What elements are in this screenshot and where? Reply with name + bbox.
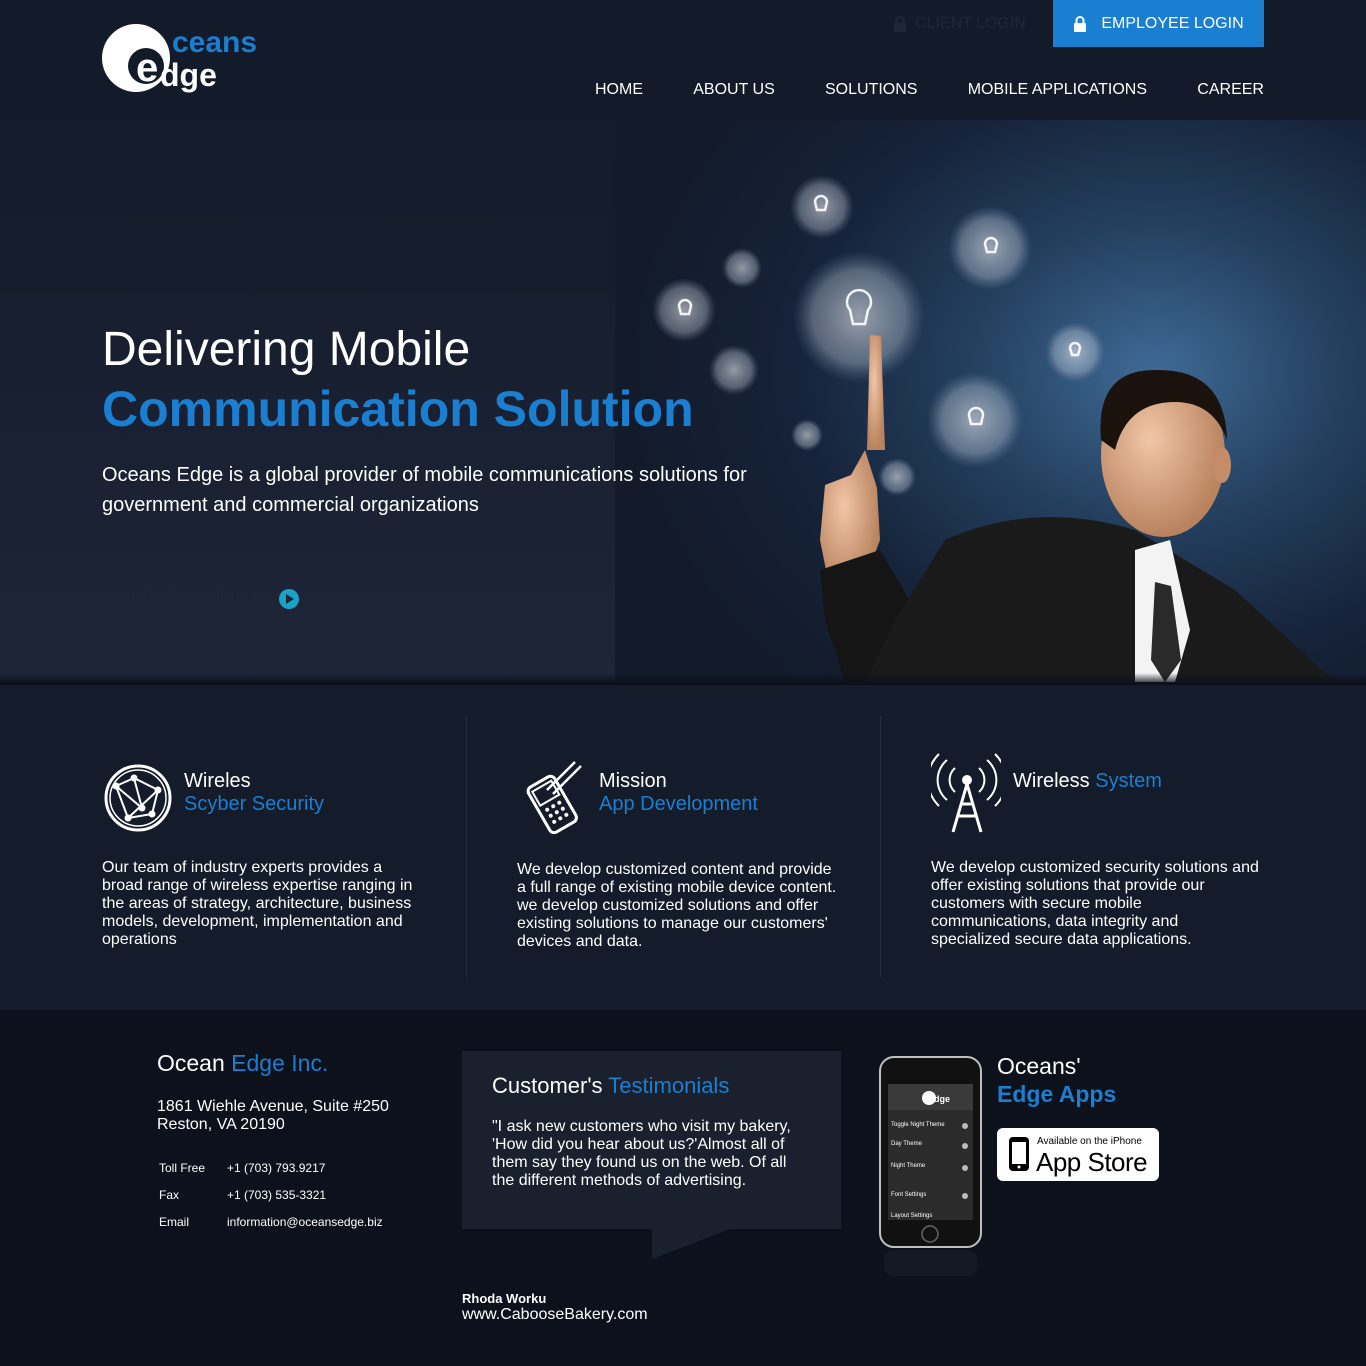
feature-title-white: Mission <box>599 770 667 792</box>
site-header: e ceans dge CLIENT LOGIN EMPLOYEE LOGIN … <box>0 0 1366 120</box>
divider <box>880 716 881 978</box>
feature-title-blue: System <box>1095 770 1162 792</box>
contact-label: Toll Free <box>159 1161 206 1175</box>
employee-login-button[interactable]: EMPLOYEE LOGIN <box>1053 0 1264 47</box>
testimonial-title-blue: Testimonials <box>608 1073 730 1098</box>
feature-title-white: Wireles <box>184 770 251 792</box>
hero-bottom-shadow <box>0 673 1366 685</box>
employee-login-label: EMPLOYEE LOGIN <box>1101 14 1244 32</box>
feature-title-blue: App Development <box>599 793 758 815</box>
apps-title-line2: Edge Apps <box>997 1081 1117 1107</box>
app-store-small-text: Available on the iPhone <box>1037 1136 1142 1147</box>
testimonial-title-white: Customer's <box>492 1073 603 1098</box>
feature-wireless-system: Wireless System We develop customized se… <box>926 686 1261 1010</box>
main-nav: HOME ABOUT US SOLUTIONS MOBILE APPLICATI… <box>595 81 1264 99</box>
testimonial-author-site[interactable]: www.CabooseBakery.com <box>462 1306 648 1324</box>
hero-title-line2: Communication Solution <box>102 381 694 437</box>
features-section: Wireles Scyber Security Our team of indu… <box>0 686 1366 1010</box>
contact-email: Email information@oceansedge.biz <box>159 1215 383 1229</box>
feature-app-development: Mission App Development We develop custo… <box>517 686 847 1010</box>
divider <box>466 716 467 978</box>
testimonial-author: Rhoda Worku <box>462 1291 547 1306</box>
hero-image <box>615 120 1366 682</box>
app-store-badge[interactable]: Available on the iPhone App Store <box>997 1128 1159 1181</box>
learn-more-label: LEARN MORE <box>131 587 264 609</box>
company-title-white: Ocean <box>157 1050 225 1076</box>
lock-icon <box>1074 15 1087 32</box>
testimonial-box: Customer's Testimonials "I ask new custo… <box>462 1051 841 1229</box>
feature-title: Wireles Scyber Security <box>184 770 324 816</box>
feature-title-white: Wireless <box>1013 770 1090 792</box>
app-store-big-text: App Store <box>1036 1147 1148 1177</box>
company-address: 1861 Wiehle Avenue, Suite #250 Reston, V… <box>157 1098 389 1134</box>
contact-label: Fax <box>159 1188 180 1202</box>
site-footer: Ocean Edge Inc. 1861 Wiehle Avenue, Suit… <box>0 1010 1366 1366</box>
phone-screen-item: Toggle Night Theme <box>891 1122 945 1128</box>
phone-screen-item: Night Theme <box>891 1163 926 1169</box>
feature-title-blue: Scyber Security <box>184 793 325 815</box>
mobile-phone-icon <box>517 750 587 836</box>
feature-description: Our team of industry experts provides a … <box>102 859 413 948</box>
nav-about-us[interactable]: ABOUT US <box>693 81 775 99</box>
logo-text-top: ceans <box>172 26 257 59</box>
contact-value[interactable]: information@oceansedge.biz <box>227 1215 383 1229</box>
testimonial-quote: "I ask new customers who visit my bakery… <box>492 1118 791 1189</box>
phone-screen-item: Layout Settings <box>891 1213 932 1219</box>
radio-tower-icon <box>926 750 1008 836</box>
contact-fax: Fax +1 (703) 535-3321 <box>159 1188 326 1202</box>
apps-title-line1: Oceans' <box>997 1053 1081 1079</box>
address-line1: 1861 Wiehle Avenue, Suite #250 <box>157 1098 389 1115</box>
nav-mobile-applications[interactable]: MOBILE APPLICATIONS <box>968 81 1147 99</box>
iphone-image: dge Toggle Night Theme Day Theme Night T… <box>879 1056 982 1278</box>
svg-text:dge: dge <box>934 1094 950 1104</box>
play-circle-icon <box>279 588 300 609</box>
address-line2: Reston, VA 20190 <box>157 1116 285 1133</box>
contact-value: +1 (703) 535-3321 <box>227 1188 327 1202</box>
nav-career[interactable]: CAREER <box>1197 81 1264 99</box>
learn-more-button[interactable]: LEARN MORE <box>131 587 300 610</box>
hero-title-line1: Delivering Mobile <box>102 323 471 376</box>
client-login-label: CLIENT LOGIN <box>915 15 1026 32</box>
testimonial-title: Customer's Testimonials <box>492 1073 729 1099</box>
feature-description: We develop customized security solutions… <box>931 859 1259 948</box>
feature-title: Mission App Development <box>599 770 758 816</box>
feature-cyber-security: Wireles Scyber Security Our team of indu… <box>102 686 432 1010</box>
contact-value[interactable]: +1 (703) 793.9217 <box>227 1161 325 1175</box>
nav-home[interactable]: HOME <box>595 81 643 99</box>
feature-description: We develop customized content and provid… <box>517 861 837 950</box>
speech-bubble-tail <box>652 1229 730 1259</box>
hero-description: Oceans Edge is a global provider of mobi… <box>102 464 747 516</box>
phone-screen-item: Day Theme <box>891 1141 923 1147</box>
globe-network-icon <box>102 750 172 836</box>
phone-screen-item: Font Settings <box>891 1192 926 1198</box>
iphone-icon <box>1009 1137 1029 1171</box>
lock-icon <box>894 16 906 32</box>
contact-toll-free: Toll Free +1 (703) 793.9217 <box>159 1161 325 1175</box>
contact-label: Email <box>159 1215 190 1229</box>
company-title: Ocean Edge Inc. <box>157 1050 328 1077</box>
feature-title: Wireless System <box>1013 770 1162 793</box>
logo-text-bottom: dge <box>160 57 217 93</box>
logo[interactable]: e ceans dge <box>102 22 282 96</box>
client-login-link[interactable]: CLIENT LOGIN <box>893 12 1026 36</box>
nav-solutions[interactable]: SOLUTIONS <box>825 81 917 99</box>
company-title-blue: Edge Inc. <box>231 1050 329 1076</box>
apps-title: Oceans' Edge Apps <box>997 1052 1116 1108</box>
logo-letter: e <box>136 46 158 90</box>
